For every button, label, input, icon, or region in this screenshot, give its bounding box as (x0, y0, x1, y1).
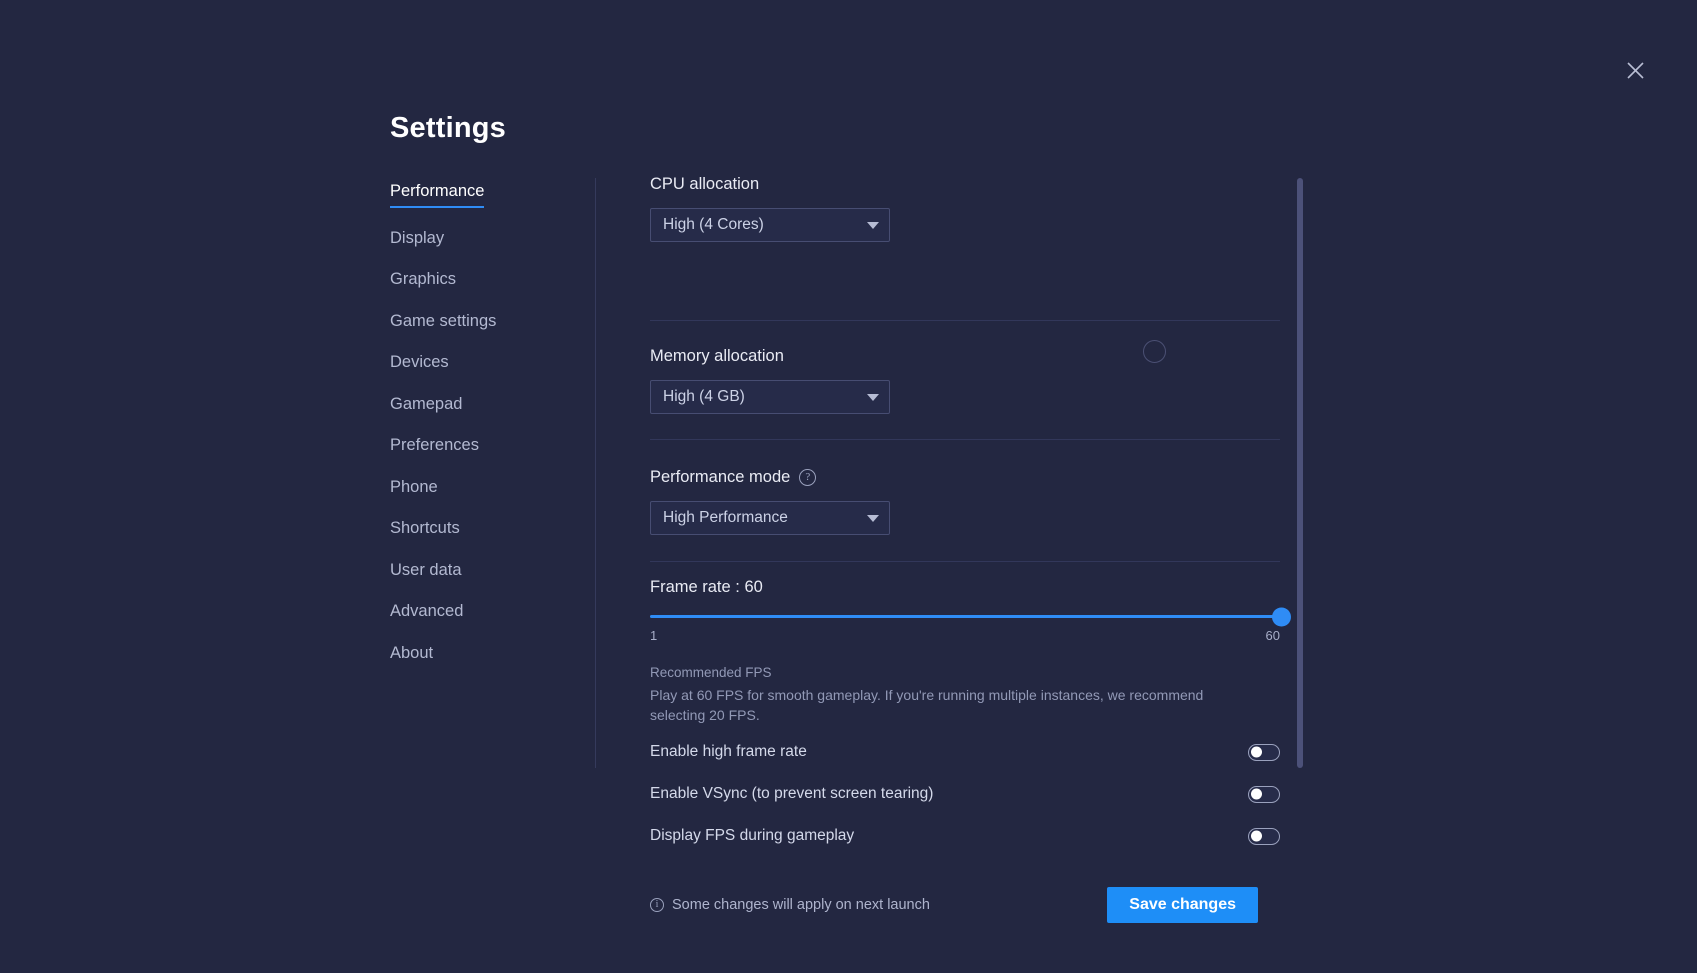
chevron-down-icon (867, 221, 879, 229)
save-changes-button[interactable]: Save changes (1107, 886, 1258, 923)
toggle-knob (1251, 830, 1262, 842)
frame-rate-slider-thumb[interactable] (1272, 607, 1291, 626)
help-icon[interactable]: ? (799, 469, 817, 486)
frame-rate-slider-track[interactable] (650, 607, 1291, 626)
sidebar-item-devices[interactable]: Devices (390, 353, 449, 374)
close-icon[interactable] (1615, 50, 1655, 90)
sidebar-item-user-data[interactable]: User data (390, 561, 462, 582)
toggle-label-high-frame-rate: Enable high frame rate (650, 743, 807, 761)
memory-allocation-label: Memory allocation (650, 347, 784, 365)
performance-mode-section: Performance mode ? High Performance (650, 468, 1280, 535)
frame-rate-slider[interactable]: 1 60 (650, 607, 1291, 643)
toggle-row: Enable high frame rate (650, 736, 1280, 769)
memory-allocation-section: Memory allocation High (4 GB) (650, 347, 1280, 414)
memory-allocation-value: High (4 GB) (663, 388, 745, 405)
recommended-fps-title: Recommended FPS (650, 665, 772, 680)
sidebar-item-about[interactable]: About (390, 644, 433, 665)
section-divider (650, 561, 1280, 562)
performance-mode-value: High Performance (663, 509, 788, 526)
chevron-down-icon (867, 514, 879, 522)
toggle-label-vsync: Enable VSync (to prevent screen tearing) (650, 785, 934, 803)
next-launch-note-text: Some changes will apply on next launch (672, 896, 930, 913)
settings-content-panel: CPU allocation High (4 Cores) Memory all… (650, 175, 1291, 923)
sidebar-item-performance[interactable]: Performance (390, 182, 485, 208)
toggle-label-display-fps: Display FPS during gameplay (650, 827, 855, 845)
info-icon: i (650, 897, 664, 912)
content-scrollbar-thumb[interactable] (1297, 178, 1303, 768)
toggle-list: Enable high frame rate Enable VSync (to … (650, 736, 1280, 853)
cpu-allocation-label: CPU allocation (650, 175, 760, 193)
toggle-knob (1251, 746, 1262, 758)
frame-rate-label: Frame rate : 60 (650, 578, 763, 596)
performance-mode-label: Performance mode ? (650, 468, 1280, 487)
page-title: Settings (390, 112, 506, 144)
recommended-fps-body: Play at 60 FPS for smooth gameplay. If y… (650, 687, 1204, 723)
toggle-display-fps[interactable] (1248, 827, 1280, 845)
sidebar-item-graphics[interactable]: Graphics (390, 270, 456, 291)
cpu-allocation-value: High (4 Cores) (663, 216, 764, 233)
performance-mode-select[interactable]: High Performance (650, 501, 890, 535)
sidebar-item-phone[interactable]: Phone (390, 478, 438, 499)
frame-rate-section: Frame rate : 60 1 60 (650, 578, 1291, 643)
sidebar-item-gamepad[interactable]: Gamepad (390, 395, 462, 416)
toggle-row: Enable VSync (to prevent screen tearing) (650, 778, 1280, 811)
cpu-allocation-section: CPU allocation High (4 Cores) (650, 175, 1280, 242)
frame-rate-min-label: 1 (650, 628, 658, 643)
sidebar-item-game-settings[interactable]: Game settings (390, 312, 496, 333)
settings-footer: i Some changes will apply on next launch… (650, 886, 1258, 923)
cpu-allocation-select[interactable]: High (4 Cores) (650, 208, 890, 242)
settings-sidebar: Performance Display Graphics Game settin… (390, 182, 590, 685)
sidebar-item-preferences[interactable]: Preferences (390, 436, 479, 457)
sidebar-item-shortcuts[interactable]: Shortcuts (390, 519, 460, 540)
memory-allocation-select[interactable]: High (4 GB) (650, 380, 890, 414)
sidebar-divider (595, 178, 596, 768)
frame-rate-max-label: 60 (1265, 628, 1280, 643)
toggle-high-frame-rate[interactable] (1248, 743, 1280, 761)
sidebar-item-display[interactable]: Display (390, 229, 444, 250)
settings-window: Settings Performance Display Graphics Ga… (0, 0, 1697, 973)
toggle-vsync[interactable] (1248, 785, 1280, 803)
recommended-fps-block: Recommended FPS Play at 60 FPS for smoot… (650, 665, 1280, 726)
content-scrollbar[interactable] (1297, 178, 1303, 768)
sidebar-item-advanced[interactable]: Advanced (390, 602, 463, 623)
performance-mode-label-text: Performance mode (650, 468, 791, 486)
toggle-knob (1251, 788, 1262, 800)
toggle-row: Display FPS during gameplay (650, 820, 1280, 853)
frame-rate-scale: 1 60 (650, 628, 1280, 643)
next-launch-note: i Some changes will apply on next launch (650, 897, 930, 913)
chevron-down-icon (867, 393, 879, 401)
